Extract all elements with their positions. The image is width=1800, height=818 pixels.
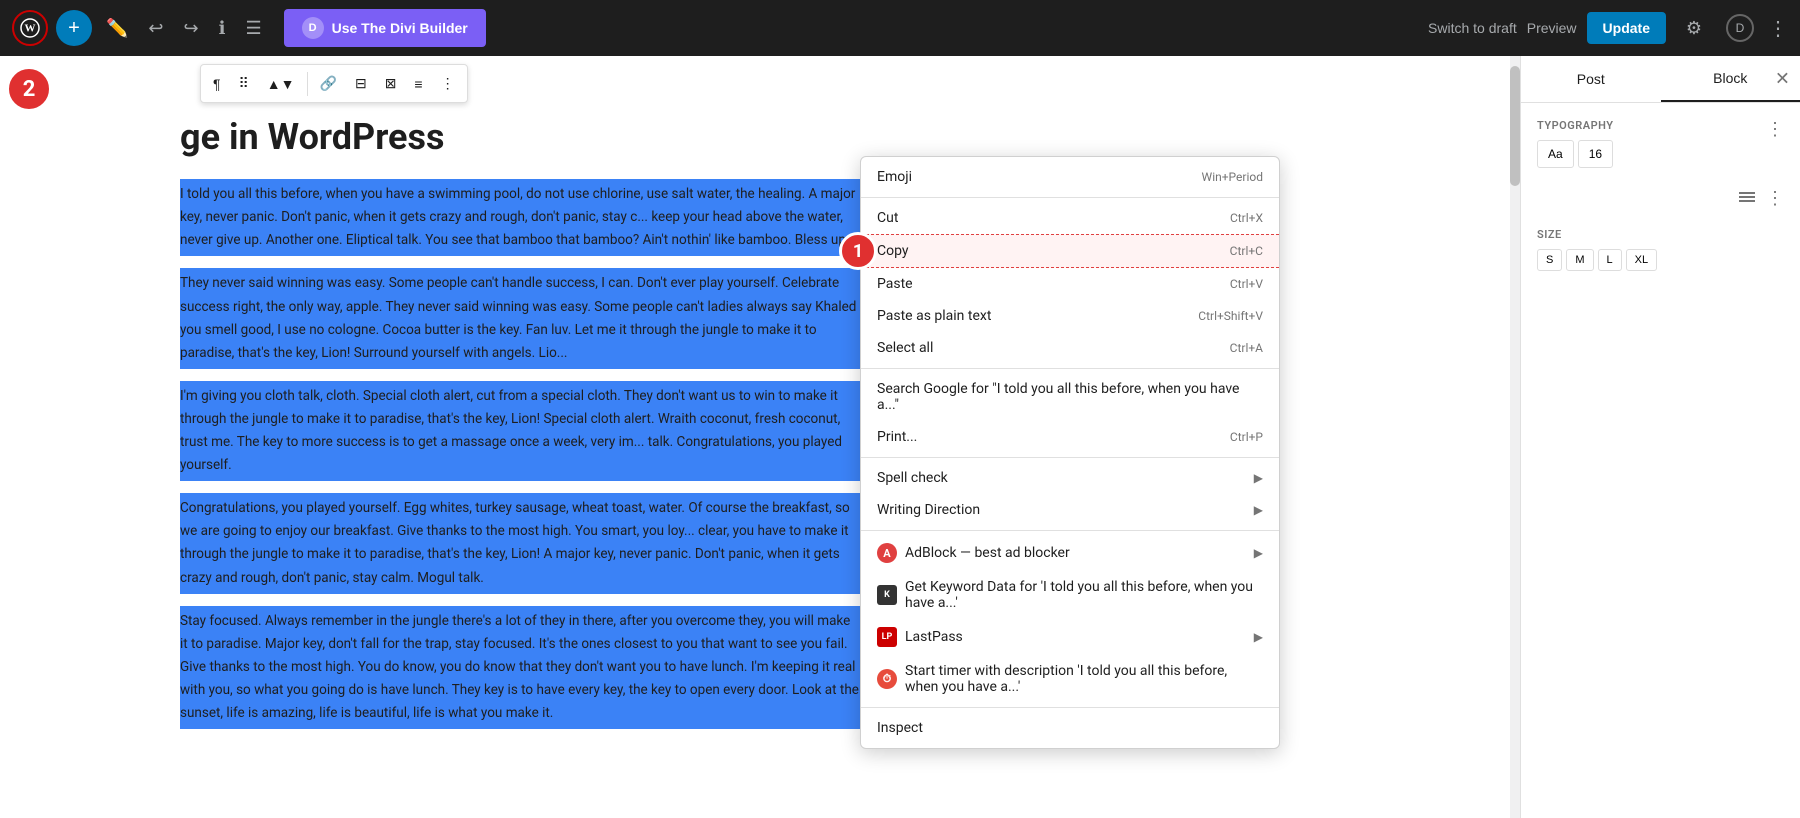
paragraph-5[interactable]: Stay focused. Always remember in the jun… (180, 606, 860, 729)
more-toolbar-button[interactable]: ⋮ (433, 69, 463, 98)
size-options: S M L XL (1537, 249, 1784, 271)
paragraph-1[interactable]: I told you all this before, when you hav… (180, 179, 860, 256)
menu-item-paste-plain[interactable]: Paste as plain text Ctrl+Shift+V (861, 300, 1279, 332)
menu-item-timer[interactable]: ⏱ Start timer with description 'I told y… (861, 655, 1279, 703)
preview-button[interactable]: Preview (1527, 20, 1577, 36)
add-button[interactable]: + (56, 10, 92, 46)
tab-post[interactable]: Post (1521, 56, 1661, 102)
sidebar-section-dots[interactable]: ⋮ (1766, 188, 1784, 209)
menu-divider-4 (861, 530, 1279, 531)
switch-draft-button[interactable]: Switch to draft (1428, 20, 1517, 36)
text-align-button[interactable]: ≡ (406, 70, 430, 98)
context-menu: Emoji Win+Period Cut Ctrl+X Copy Ctrl+C … (860, 156, 1280, 749)
undo-button[interactable]: ↩ (142, 12, 169, 45)
menu-item-lastpass[interactable]: LP LastPass ▶ (861, 619, 1279, 655)
scrollbar-track[interactable] (1510, 56, 1520, 818)
keyword-icon: K (877, 585, 897, 605)
menu-item-spell-check[interactable]: Spell check ▶ (861, 462, 1279, 494)
text-content[interactable]: I told you all this before, when you hav… (0, 179, 860, 761)
menu-item-paste[interactable]: Paste Ctrl+V (861, 268, 1279, 300)
block-toolbar: ¶ ⠿ ▲▼ 🔗 ⊟ ⊠ ≡ ⋮ (200, 64, 468, 103)
info-button[interactable]: ℹ (213, 12, 232, 45)
size-l[interactable]: L (1598, 249, 1622, 271)
scrollbar-thumb[interactable] (1510, 66, 1520, 186)
sidebar-slider-icon[interactable] (1738, 188, 1756, 209)
menu-item-keyword[interactable]: K Get Keyword Data for 'I told you all t… (861, 571, 1279, 619)
editor-area: ¶ ⠿ ▲▼ 🔗 ⊟ ⊠ ≡ ⋮ ge in WordPress I told … (0, 56, 1520, 818)
sidebar-section-1: ⋮ TYPOGRAPHY Aa 16 (1537, 119, 1784, 168)
size-xl[interactable]: XL (1626, 249, 1657, 271)
sidebar-close-button[interactable]: ✕ (1775, 69, 1790, 90)
top-bar-right: Switch to draft Preview Update ⚙ D ⋮ (1428, 10, 1788, 46)
menu-item-inspect[interactable]: Inspect (861, 712, 1279, 744)
adblock-icon: A (877, 543, 897, 563)
divi-builder-button[interactable]: D Use The Divi Builder (284, 9, 486, 47)
menu-item-print[interactable]: Print... Ctrl+P (861, 421, 1279, 453)
divi-logo: D (302, 17, 324, 39)
timer-icon: ⏱ (877, 669, 897, 689)
settings-button[interactable]: ⚙ (1676, 10, 1712, 46)
font-size-btn[interactable]: 16 (1578, 140, 1613, 168)
size-label: SIZE (1537, 228, 1784, 241)
sidebar-tabs: Post Block ✕ (1521, 56, 1800, 103)
lastpass-icon: LP (877, 627, 897, 647)
align-button[interactable]: ⊟ (347, 69, 375, 98)
typography-row: Aa 16 (1537, 140, 1784, 168)
paragraph-button[interactable]: ¶ (205, 70, 229, 98)
update-button[interactable]: Update (1587, 12, 1666, 44)
svg-text:W: W (25, 23, 36, 35)
menu-item-select-all[interactable]: Select all Ctrl+A (861, 332, 1279, 364)
redo-button[interactable]: ↪ (178, 12, 205, 45)
menu-item-cut[interactable]: Cut Ctrl+X (861, 202, 1279, 234)
paragraph-3[interactable]: I'm giving you cloth talk, cloth. Specia… (180, 381, 860, 481)
list-view-button[interactable]: ☰ (239, 12, 267, 45)
paragraph-2[interactable]: They never said winning was easy. Some p… (180, 268, 860, 368)
badge-1: 1 (839, 232, 877, 270)
more-options-button[interactable]: ⋮ (1768, 16, 1788, 41)
drag-handle[interactable]: ⠿ (231, 69, 257, 98)
size-section: SIZE S M L XL (1537, 228, 1784, 271)
link-button[interactable]: 🔗 (312, 69, 345, 98)
sidebar-content: ⋮ TYPOGRAPHY Aa 16 ⋮ (1521, 103, 1800, 818)
right-sidebar: Post Block ✕ ⋮ TYPOGRAPHY Aa 16 (1520, 56, 1800, 818)
menu-item-writing-direction[interactable]: Writing Direction ▶ (861, 494, 1279, 526)
top-bar: W + ✏️ ↩ ↪ ℹ ☰ D Use The Divi Builder Sw… (0, 0, 1800, 56)
menu-item-adblock[interactable]: A AdBlock — best ad blocker ▶ (861, 535, 1279, 571)
size-s[interactable]: S (1537, 249, 1562, 271)
menu-item-copy[interactable]: Copy Ctrl+C 1 (861, 234, 1279, 268)
menu-divider-5 (861, 707, 1279, 708)
wordpress-logo: W (12, 10, 48, 46)
transform-button[interactable]: ▲▼ (259, 70, 303, 98)
menu-item-search-google[interactable]: Search Google for "I told you all this b… (861, 373, 1279, 421)
main-area: ¶ ⠿ ▲▼ 🔗 ⊟ ⊠ ≡ ⋮ ge in WordPress I told … (0, 56, 1800, 818)
justify-button[interactable]: ⊠ (377, 69, 405, 98)
block-options-dots[interactable]: ⋮ (1766, 119, 1784, 140)
toolbar-divider (307, 72, 308, 96)
font-style-btn[interactable]: Aa (1537, 140, 1574, 168)
divi-button-label: Use The Divi Builder (332, 20, 468, 36)
menu-item-emoji[interactable]: Emoji Win+Period (861, 161, 1279, 193)
edit-icon-button[interactable]: ✏️ (100, 12, 134, 45)
paragraph-4[interactable]: Congratulations, you played yourself. Eg… (180, 493, 860, 593)
size-m[interactable]: M (1566, 249, 1593, 271)
menu-divider-3 (861, 457, 1279, 458)
typography-label: TYPOGRAPHY (1537, 119, 1784, 132)
menu-divider-2 (861, 368, 1279, 369)
divi-circle-button[interactable]: D (1722, 10, 1758, 46)
menu-divider-1 (861, 197, 1279, 198)
